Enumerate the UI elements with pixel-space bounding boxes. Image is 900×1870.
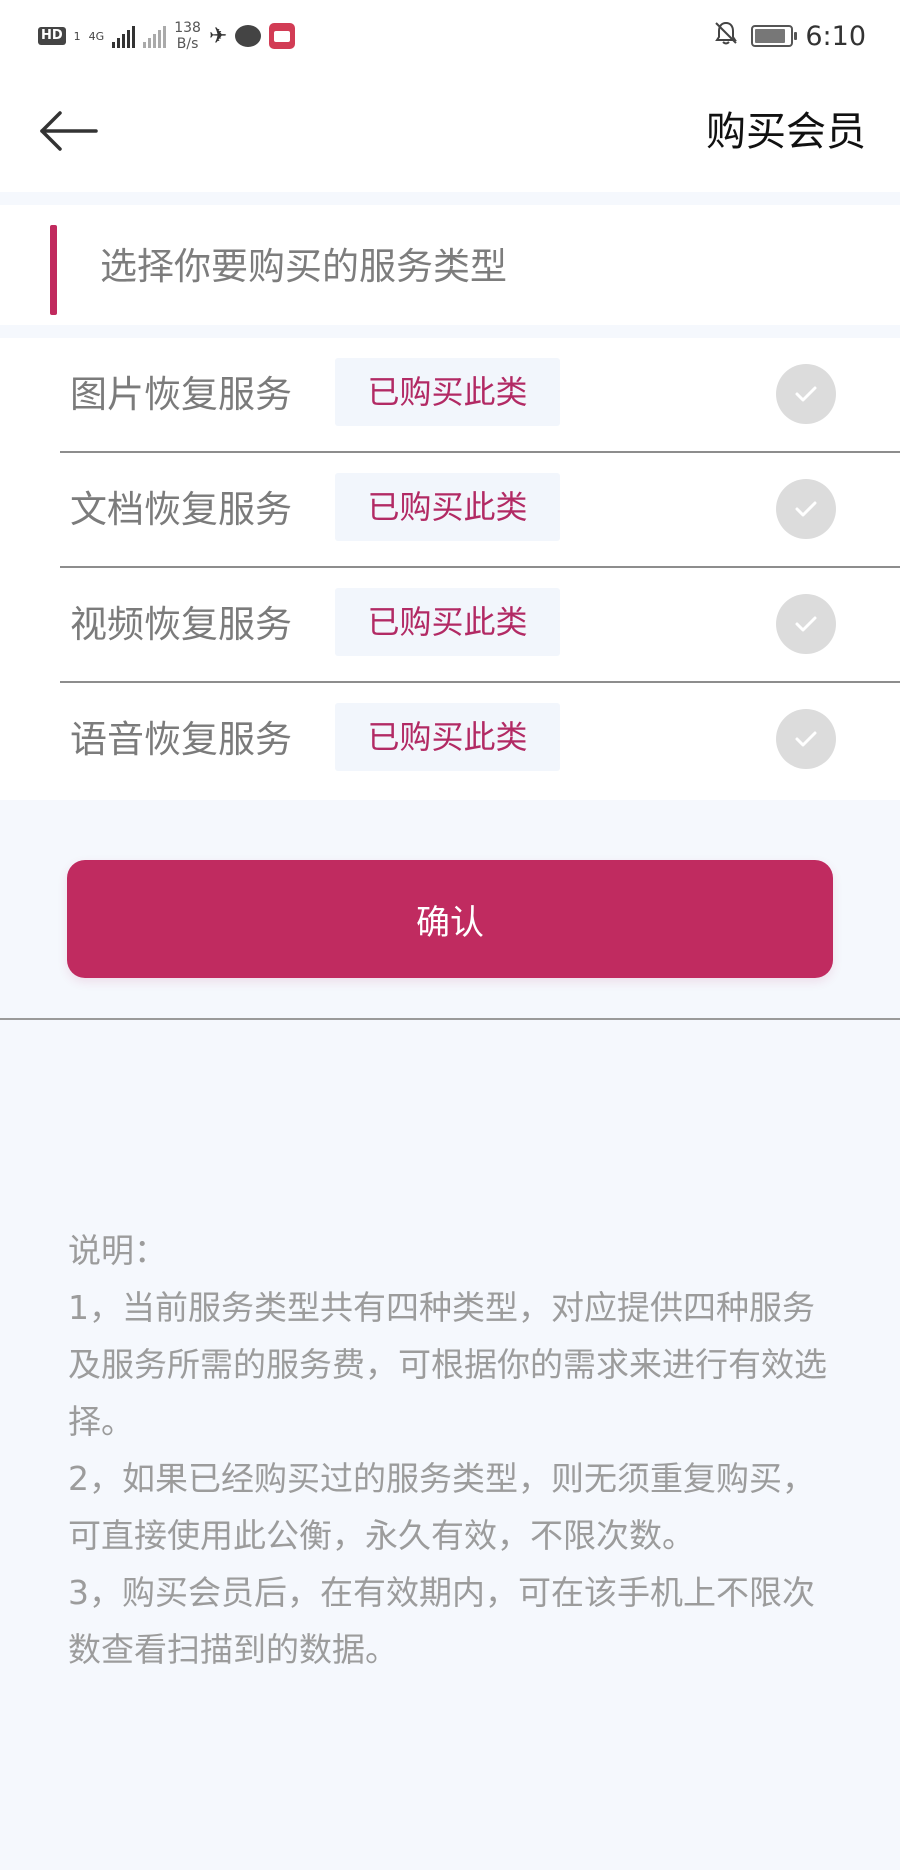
status-bar: HD 1 4G 138 B/s ✈ 6:10 xyxy=(0,0,900,72)
speed-unit: B/s xyxy=(176,36,199,52)
service-name: 视频恢复服务 xyxy=(70,603,292,646)
purchased-badge: 已购买此类 xyxy=(335,703,560,771)
airplane-icon: ✈ xyxy=(208,23,228,49)
section-accent-bar xyxy=(50,225,57,315)
divider xyxy=(0,1018,900,1020)
chat-icon xyxy=(235,25,262,47)
check-icon[interactable] xyxy=(776,364,836,424)
service-option-audio[interactable]: 语音恢复服务 已购买此类 xyxy=(60,683,900,798)
page: HD 1 4G 138 B/s ✈ 6:10 购买会员 选择你要购买的服务类型 … xyxy=(0,0,900,1870)
service-option-image[interactable]: 图片恢复服务 已购买此类 xyxy=(60,338,900,453)
arrow-left-icon xyxy=(40,111,98,151)
app-header: 购买会员 xyxy=(0,72,900,192)
purchased-badge: 已购买此类 xyxy=(335,473,560,541)
check-icon[interactable] xyxy=(776,709,836,769)
section-header: 选择你要购买的服务类型 xyxy=(0,205,900,325)
speed-value: 138 xyxy=(174,20,201,36)
clock: 6:10 xyxy=(805,20,866,52)
notes-line-1: 1，当前服务类型共有四种类型，对应提供四种服务及服务所需的服务费，可根据你的需求… xyxy=(68,1288,827,1441)
check-icon[interactable] xyxy=(776,594,836,654)
confirm-button[interactable]: 确认 xyxy=(67,860,833,978)
service-name: 图片恢复服务 xyxy=(70,373,292,416)
hd-indicator: HD xyxy=(38,27,66,45)
network-speed: 138 B/s xyxy=(174,20,201,52)
signal-icon xyxy=(112,24,136,48)
notes-line-2: 2，如果已经购买过的服务类型，则无须重复购买，可直接使用此公衡，永久有效，不限次… xyxy=(68,1459,815,1555)
battery-icon xyxy=(751,25,798,47)
service-name: 语音恢复服务 xyxy=(70,718,292,761)
page-title: 购买会员 xyxy=(706,109,866,155)
service-list: 图片恢复服务 已购买此类 文档恢复服务 已购买此类 视频恢复服务 已购买此类 语… xyxy=(0,338,900,800)
status-right: 6:10 xyxy=(713,16,866,56)
notes: 说明： 1，当前服务类型共有四种类型，对应提供四种服务及服务所需的服务费，可根据… xyxy=(68,1222,838,1678)
check-icon[interactable] xyxy=(776,479,836,539)
app-notification-icon xyxy=(269,23,296,49)
status-left: HD 1 4G 138 B/s ✈ xyxy=(38,16,296,56)
service-option-video[interactable]: 视频恢复服务 已购买此类 xyxy=(60,568,900,683)
service-option-document[interactable]: 文档恢复服务 已购买此类 xyxy=(60,453,900,568)
notes-line-3: 3，购买会员后，在有效期内，可在该手机上不限次数查看扫描到的数据。 xyxy=(68,1573,815,1669)
purchased-badge: 已购买此类 xyxy=(335,358,560,426)
back-button[interactable] xyxy=(38,100,108,164)
purchased-badge: 已购买此类 xyxy=(335,588,560,656)
service-name: 文档恢复服务 xyxy=(70,488,292,531)
sim-number: 1 xyxy=(73,29,81,43)
bell-muted-icon xyxy=(713,20,739,52)
section-title: 选择你要购买的服务类型 xyxy=(100,245,507,288)
notes-title: 说明： xyxy=(68,1231,167,1270)
signal-secondary-icon xyxy=(143,24,167,48)
network-type: 4G xyxy=(88,29,105,43)
